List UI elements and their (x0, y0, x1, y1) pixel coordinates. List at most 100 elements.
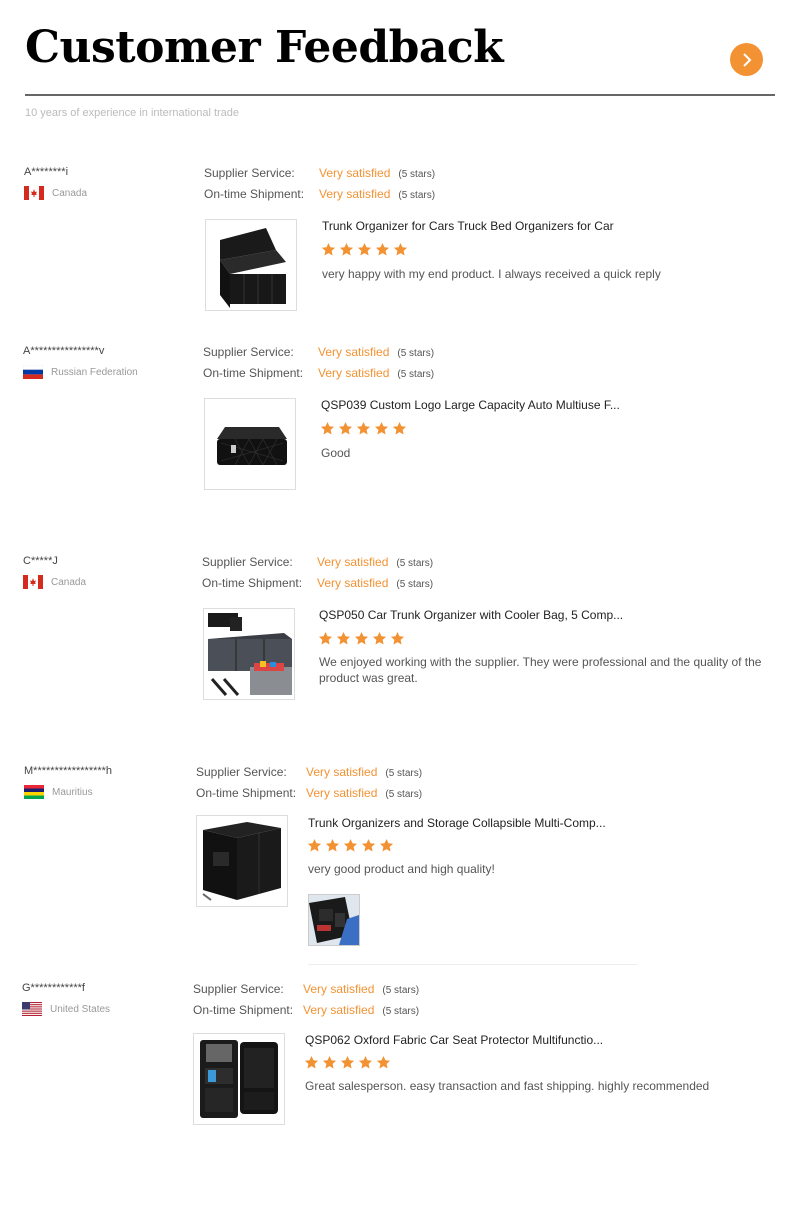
buyer-name: A****************v (23, 345, 105, 357)
shipment-label: On-time Shipment: (202, 576, 303, 590)
separator (308, 964, 638, 965)
shipment-label: On-time Shipment: (196, 786, 297, 800)
star-icon (307, 838, 322, 852)
page-title: Customer Feedback (25, 22, 504, 73)
star-icon (375, 242, 390, 256)
product-rating (320, 421, 407, 436)
buyer-country: Canada (23, 575, 86, 589)
supplier-service-label: Supplier Service: (196, 765, 287, 779)
next-button[interactable] (730, 43, 763, 76)
product-title[interactable]: Trunk Organizers and Storage Collapsible… (308, 816, 606, 830)
star-icon (374, 421, 389, 435)
star-icon (393, 242, 408, 256)
star-icon (357, 242, 372, 256)
shipment-stars: (5 stars) (382, 1006, 420, 1017)
product-title[interactable]: Trunk Organizer for Cars Truck Bed Organ… (322, 219, 614, 233)
star-icon (343, 838, 358, 852)
shipment-row: On-time Shipment: Very satisfied (5 star… (196, 786, 422, 800)
supplier-service-row: Supplier Service: Very satisfied (5 star… (203, 345, 434, 359)
supplier-service-stars: (5 stars) (382, 985, 420, 996)
product-thumbnail[interactable] (205, 219, 297, 311)
shipment-label: On-time Shipment: (204, 187, 305, 201)
review-card: G************f United States Supplier Se… (22, 982, 772, 1132)
star-icon (339, 242, 354, 256)
supplier-service-stars: (5 stars) (398, 169, 436, 180)
star-icon (392, 421, 407, 435)
star-icon (336, 631, 351, 645)
shipment-stars: (5 stars) (385, 789, 423, 800)
russia-flag-icon (23, 365, 43, 379)
country-name: United States (50, 1003, 111, 1015)
product-rating (318, 631, 405, 646)
product-title[interactable]: QSP062 Oxford Fabric Car Seat Protector … (305, 1033, 603, 1047)
star-icon (379, 838, 394, 852)
star-icon (320, 421, 335, 435)
star-icon (356, 421, 371, 435)
review-card: C*****J Canada Supplier Service: Very sa… (23, 555, 773, 705)
product-thumbnail[interactable] (196, 815, 288, 907)
usa-flag-icon (22, 1002, 42, 1016)
product-rating (307, 838, 394, 853)
buyer-name: A********i (24, 166, 69, 178)
star-icon (304, 1055, 319, 1069)
star-icon (321, 242, 336, 256)
supplier-service-stars: (5 stars) (397, 348, 435, 359)
mauritius-flag-icon (24, 785, 44, 799)
supplier-service-value: Very satisfied (318, 345, 390, 359)
star-icon (354, 631, 369, 645)
supplier-service-label: Supplier Service: (193, 982, 284, 996)
supplier-service-row: Supplier Service: Very satisfied (5 star… (202, 555, 433, 569)
shipment-row: On-time Shipment: Very satisfied (5 star… (202, 576, 433, 590)
star-icon (376, 1055, 391, 1069)
shipment-label: On-time Shipment: (203, 366, 304, 380)
buyer-country: Canada (24, 186, 87, 200)
star-icon (338, 421, 353, 435)
review-card: M*****************h Mauritius Supplier S… (24, 765, 774, 955)
supplier-service-value: Very satisfied (319, 166, 391, 180)
shipment-row: On-time Shipment: Very satisfied (5 star… (204, 187, 435, 201)
product-thumbnail[interactable] (204, 398, 296, 490)
supplier-service-value: Very satisfied (303, 982, 375, 996)
buyer-country: Mauritius (24, 785, 93, 799)
shipment-row: On-time Shipment: Very satisfied (5 star… (203, 366, 434, 380)
shipment-value: Very satisfied (306, 786, 378, 800)
shipment-stars: (5 stars) (396, 579, 434, 590)
buyer-name: M*****************h (24, 765, 113, 777)
shipment-stars: (5 stars) (398, 190, 436, 201)
review-card: A********i Canada Supplier Service: Very… (24, 166, 774, 316)
supplier-service-value: Very satisfied (306, 765, 378, 779)
country-name: Mauritius (52, 786, 93, 798)
shipment-label: On-time Shipment: (193, 1003, 294, 1017)
supplier-service-label: Supplier Service: (203, 345, 294, 359)
canada-flag-icon (24, 186, 44, 200)
buyer-country: United States (22, 1002, 110, 1016)
buyer-name: G************f (22, 982, 85, 994)
chevron-right-icon (742, 52, 751, 67)
review-comment: We enjoyed working with the supplier. Th… (319, 655, 762, 685)
review-comment: very happy with my end product. I always… (322, 267, 661, 281)
supplier-service-label: Supplier Service: (204, 166, 295, 180)
buyer-name: C*****J (23, 555, 58, 567)
supplier-service-label: Supplier Service: (202, 555, 293, 569)
star-icon (325, 838, 340, 852)
country-name: Canada (52, 187, 88, 199)
review-photo[interactable] (308, 894, 360, 946)
shipment-stars: (5 stars) (397, 369, 435, 380)
product-thumbnail[interactable] (193, 1033, 285, 1125)
product-rating (321, 242, 408, 257)
review-comment: very good product and high quality! (308, 862, 495, 876)
supplier-service-value: Very satisfied (317, 555, 389, 569)
product-rating (304, 1055, 391, 1070)
supplier-service-row: Supplier Service: Very satisfied (5 star… (193, 982, 419, 996)
header-divider (25, 94, 775, 96)
star-icon (372, 631, 387, 645)
shipment-value: Very satisfied (317, 576, 389, 590)
product-thumbnail[interactable] (203, 608, 295, 700)
product-title[interactable]: QSP050 Car Trunk Organizer with Cooler B… (319, 608, 623, 622)
star-icon (358, 1055, 373, 1069)
review-comment: Good (321, 446, 351, 460)
supplier-service-stars: (5 stars) (396, 558, 434, 569)
product-title[interactable]: QSP039 Custom Logo Large Capacity Auto M… (321, 398, 620, 412)
star-icon (318, 631, 333, 645)
shipment-value: Very satisfied (318, 366, 390, 380)
